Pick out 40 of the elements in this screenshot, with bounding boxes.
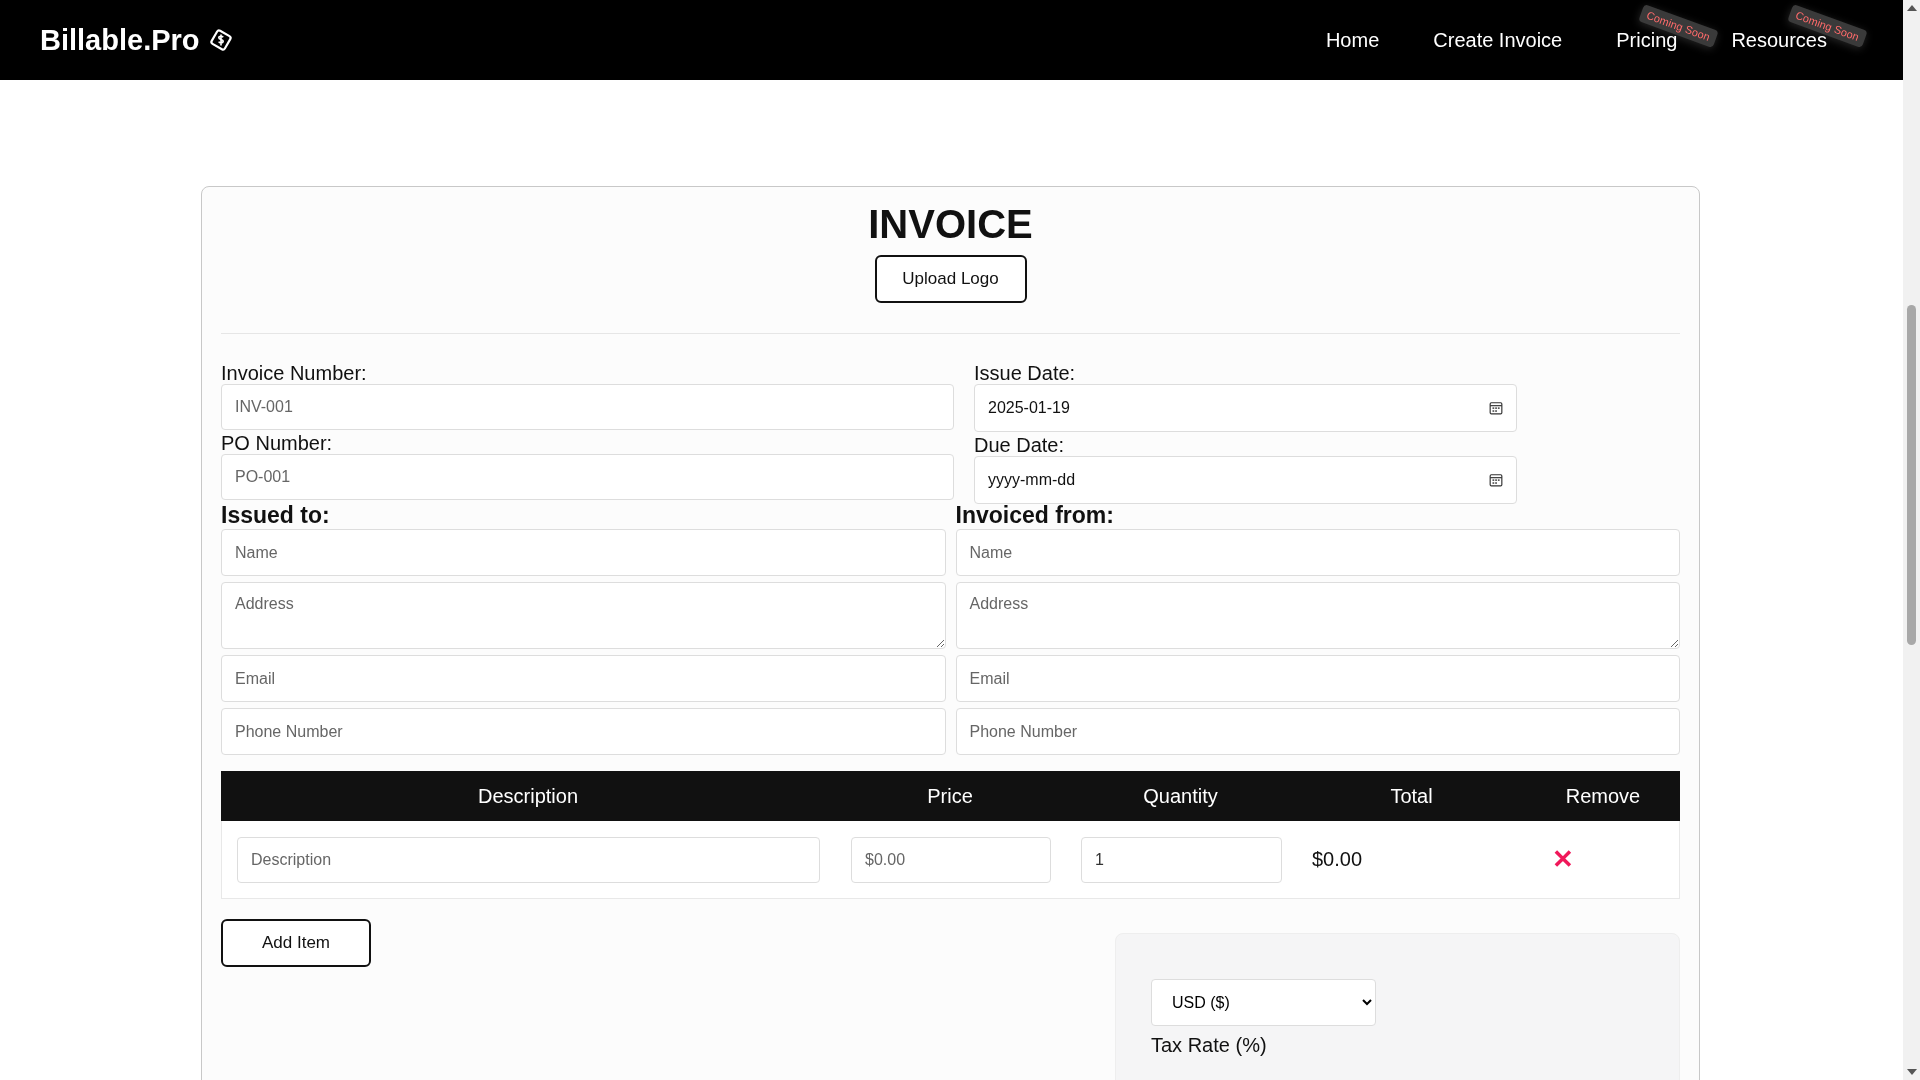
currency-select[interactable]: USD ($) xyxy=(1151,979,1376,1026)
column-header: Remove xyxy=(1564,784,1642,808)
calendar-icon[interactable] xyxy=(1489,473,1503,487)
column-header: Total xyxy=(1389,784,1434,808)
section-heading: Issued to: xyxy=(221,502,331,529)
date-field[interactable]: yyyy-mm-dd xyxy=(974,456,1517,504)
input-field[interactable]: Email xyxy=(221,655,946,702)
quantity-field[interactable]: 1 xyxy=(1081,836,1282,883)
field-label: Invoice Number: xyxy=(221,362,368,384)
input-field[interactable]: Email xyxy=(955,655,1680,702)
field-label: Issue Date: xyxy=(974,362,1077,384)
remove-button[interactable]: ✕ xyxy=(1548,844,1578,875)
nav-link[interactable]: Home xyxy=(1325,28,1380,51)
tax-rate-label: Tax Rate (%) xyxy=(1151,1034,1268,1057)
column-header: Description xyxy=(476,784,579,808)
dollar-tag-icon xyxy=(207,27,234,53)
field-label: PO Number: xyxy=(221,432,334,454)
add-item-button[interactable]: Add Item xyxy=(221,919,371,967)
address-field[interactable]: Address xyxy=(221,582,946,649)
total-amount: $0.00 xyxy=(1312,848,1363,870)
section-heading: Invoiced from: xyxy=(955,502,1115,529)
input-field[interactable]: INV-001 xyxy=(221,384,954,430)
scrollbar[interactable] xyxy=(1903,0,1920,1080)
brand-logo[interactable]: Billable.Pro xyxy=(40,23,200,57)
input-field[interactable]: Name xyxy=(955,529,1680,576)
address-field[interactable]: Address xyxy=(955,582,1680,649)
column-header: Quantity xyxy=(1142,784,1219,808)
field-label: Due Date: xyxy=(974,434,1066,456)
price-field[interactable]: $0.00 xyxy=(851,836,1051,883)
input-field[interactable]: Phone Number xyxy=(955,708,1680,755)
input-field[interactable]: Phone Number xyxy=(221,708,946,755)
description-field[interactable]: Description xyxy=(237,836,820,883)
invoice-title: INVOICE xyxy=(867,201,1034,247)
upload-logo-button[interactable]: Upload Logo xyxy=(874,255,1027,303)
calendar-icon[interactable] xyxy=(1489,401,1503,415)
date-field[interactable]: 2025-01-19 xyxy=(974,384,1517,432)
input-field[interactable]: Name xyxy=(221,529,946,576)
column-header: Price xyxy=(926,784,974,808)
nav-link[interactable]: Create Invoice xyxy=(1433,28,1563,51)
input-field[interactable]: PO-001 xyxy=(221,454,954,500)
